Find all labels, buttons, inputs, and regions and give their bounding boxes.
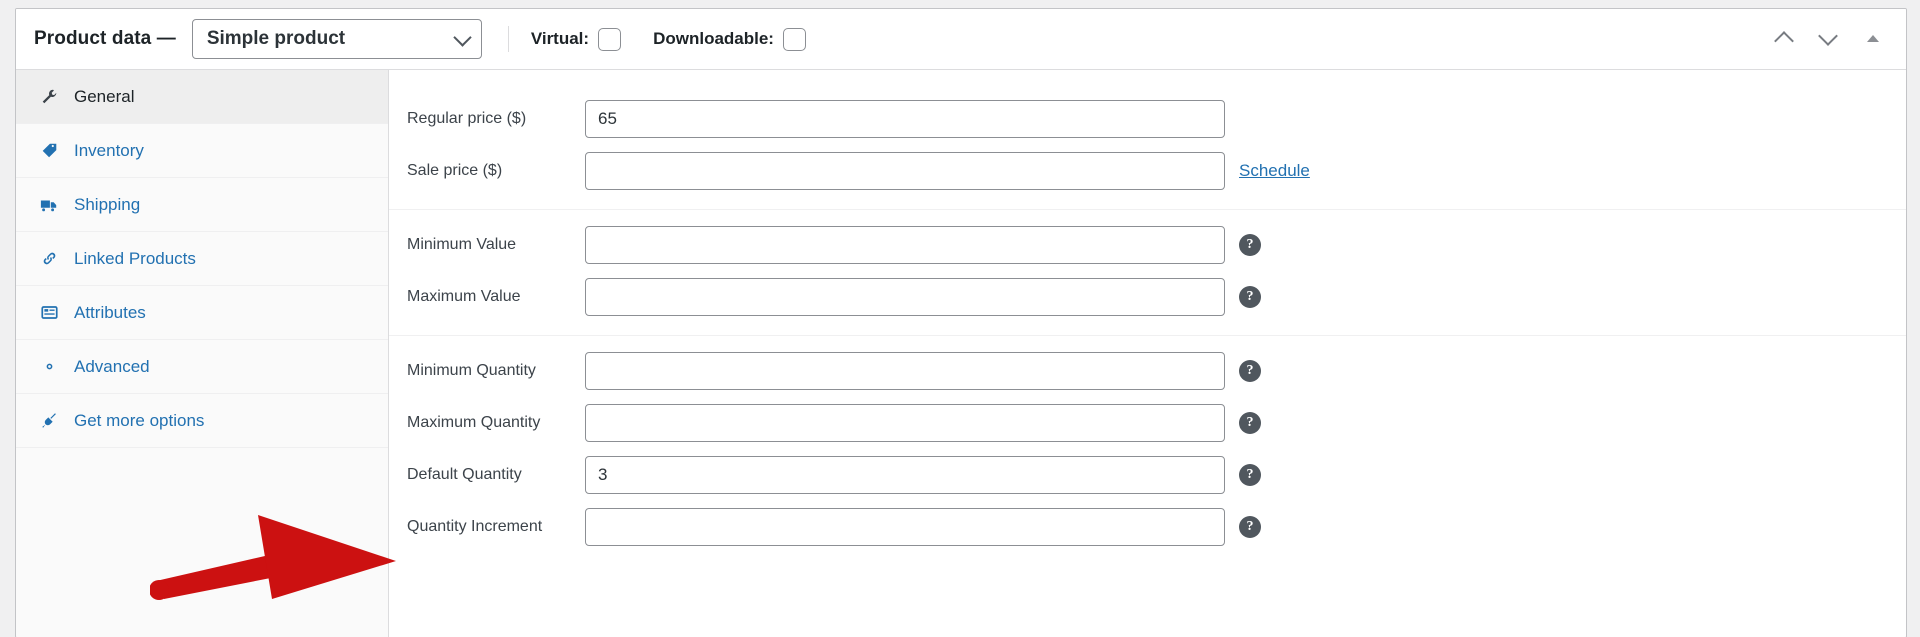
maximum-value-label: Maximum Value [407,288,521,305]
default-quantity-input[interactable] [585,456,1225,494]
header-controls [1774,26,1884,51]
sidebar-item-label: Advanced [74,356,150,376]
sidebar-item-attributes[interactable]: Attributes [16,286,388,340]
sidebar-item-label: Attributes [74,302,146,322]
regular-price-input[interactable] [585,100,1225,138]
triangle-up-icon [1867,35,1879,42]
chevron-down-icon [1818,26,1838,46]
virtual-checkbox-group: Virtual: [530,27,622,51]
link-icon [38,250,60,267]
virtual-checkbox[interactable] [598,27,622,51]
virtual-label: Virtual: [530,29,590,48]
sale-price-label: Sale price ($) [407,162,503,179]
sidebar-item-label: General [74,86,135,106]
product-data-body: General Inventory Shipping Linked Produc… [16,70,1906,637]
help-icon[interactable]: ? [1239,516,1261,538]
tag-icon [38,142,60,159]
regular-price-row: Regular price ($) [389,93,1906,145]
help-icon[interactable]: ? [1239,234,1261,256]
help-icon[interactable]: ? [1239,412,1261,434]
chevron-down-icon [453,28,472,47]
general-tab-panel: Regular price ($) Sale price ($) Schedul… [389,70,1906,637]
sidebar-item-advanced[interactable]: Advanced [16,340,388,394]
truck-icon [38,196,60,214]
sidebar-item-label: Linked Products [74,248,196,268]
quantity-increment-row: Quantity Increment ? [389,501,1906,553]
chevron-up-icon [1774,31,1794,51]
default-quantity-label: Default Quantity [407,466,522,483]
minimum-value-input[interactable] [585,226,1225,264]
product-type-value: Simple product [206,28,346,49]
quantity-rules-field-group: Minimum Quantity ? Maximum Quantity ? De… [389,336,1906,565]
product-data-metabox: Product data — Simple product Virtual: D… [15,8,1907,637]
downloadable-checkbox-group: Downloadable: [653,27,806,51]
maximum-quantity-row: Maximum Quantity ? [389,397,1906,449]
downloadable-label: Downloadable: [653,29,774,48]
move-down-button[interactable] [1818,26,1840,50]
sidebar-item-linked-products[interactable]: Linked Products [16,232,388,286]
toggle-panel-button[interactable] [1862,28,1884,50]
minimum-quantity-input[interactable] [585,352,1225,390]
sidebar-item-get-more-options[interactable]: Get more options [16,394,388,448]
schedule-link[interactable]: Schedule [1239,161,1310,181]
sale-price-input[interactable] [585,152,1225,190]
default-quantity-after: ? [1239,464,1261,486]
maximum-quantity-input[interactable] [585,404,1225,442]
maximum-value-input[interactable] [585,278,1225,316]
sidebar-item-label: Get more options [74,410,205,430]
product-data-tabs: General Inventory Shipping Linked Produc… [16,70,389,637]
move-up-button[interactable] [1774,28,1796,51]
screen-root: Product data — Simple product Virtual: D… [0,0,1920,637]
minimum-value-after: ? [1239,234,1261,256]
page-title: Product data — [34,28,176,49]
sidebar-item-inventory[interactable]: Inventory [16,124,388,178]
list-icon [38,304,60,321]
sidebar-item-label: Shipping [74,194,141,214]
quantity-increment-after: ? [1239,516,1261,538]
maximum-quantity-after: ? [1239,412,1261,434]
minimum-value-label: Minimum Value [407,236,517,253]
product-data-header: Product data — Simple product Virtual: D… [16,9,1906,70]
help-icon[interactable]: ? [1239,464,1261,486]
product-type-select[interactable]: Simple product [191,19,482,59]
quantity-increment-input[interactable] [585,508,1225,546]
sidebar-item-label: Inventory [74,140,144,160]
help-icon[interactable]: ? [1239,360,1261,382]
help-icon[interactable]: ? [1239,286,1261,308]
sidebar-item-shipping[interactable]: Shipping [16,178,388,232]
quantity-increment-label: Quantity Increment [407,518,543,535]
header-divider [507,26,509,52]
minimum-value-row: Minimum Value ? [389,219,1906,271]
default-quantity-row: Default Quantity ? [389,449,1906,501]
downloadable-checkbox[interactable] [782,27,806,51]
minimum-quantity-label: Minimum Quantity [407,362,536,379]
gear-icon [38,358,60,375]
sidebar-item-general[interactable]: General [16,70,388,124]
regular-price-label: Regular price ($) [407,110,527,127]
value-limits-field-group: Minimum Value ? Maximum Value ? [389,210,1906,336]
plug-icon [38,412,60,429]
sale-price-row: Sale price ($) Schedule [389,145,1906,197]
pricing-field-group: Regular price ($) Sale price ($) Schedul… [389,84,1906,210]
sale-price-after: Schedule [1239,161,1310,181]
wrench-icon [38,88,60,105]
minimum-quantity-after: ? [1239,360,1261,382]
maximum-value-row: Maximum Value ? [389,271,1906,323]
maximum-quantity-label: Maximum Quantity [407,414,541,431]
minimum-quantity-row: Minimum Quantity ? [389,345,1906,397]
maximum-value-after: ? [1239,286,1261,308]
